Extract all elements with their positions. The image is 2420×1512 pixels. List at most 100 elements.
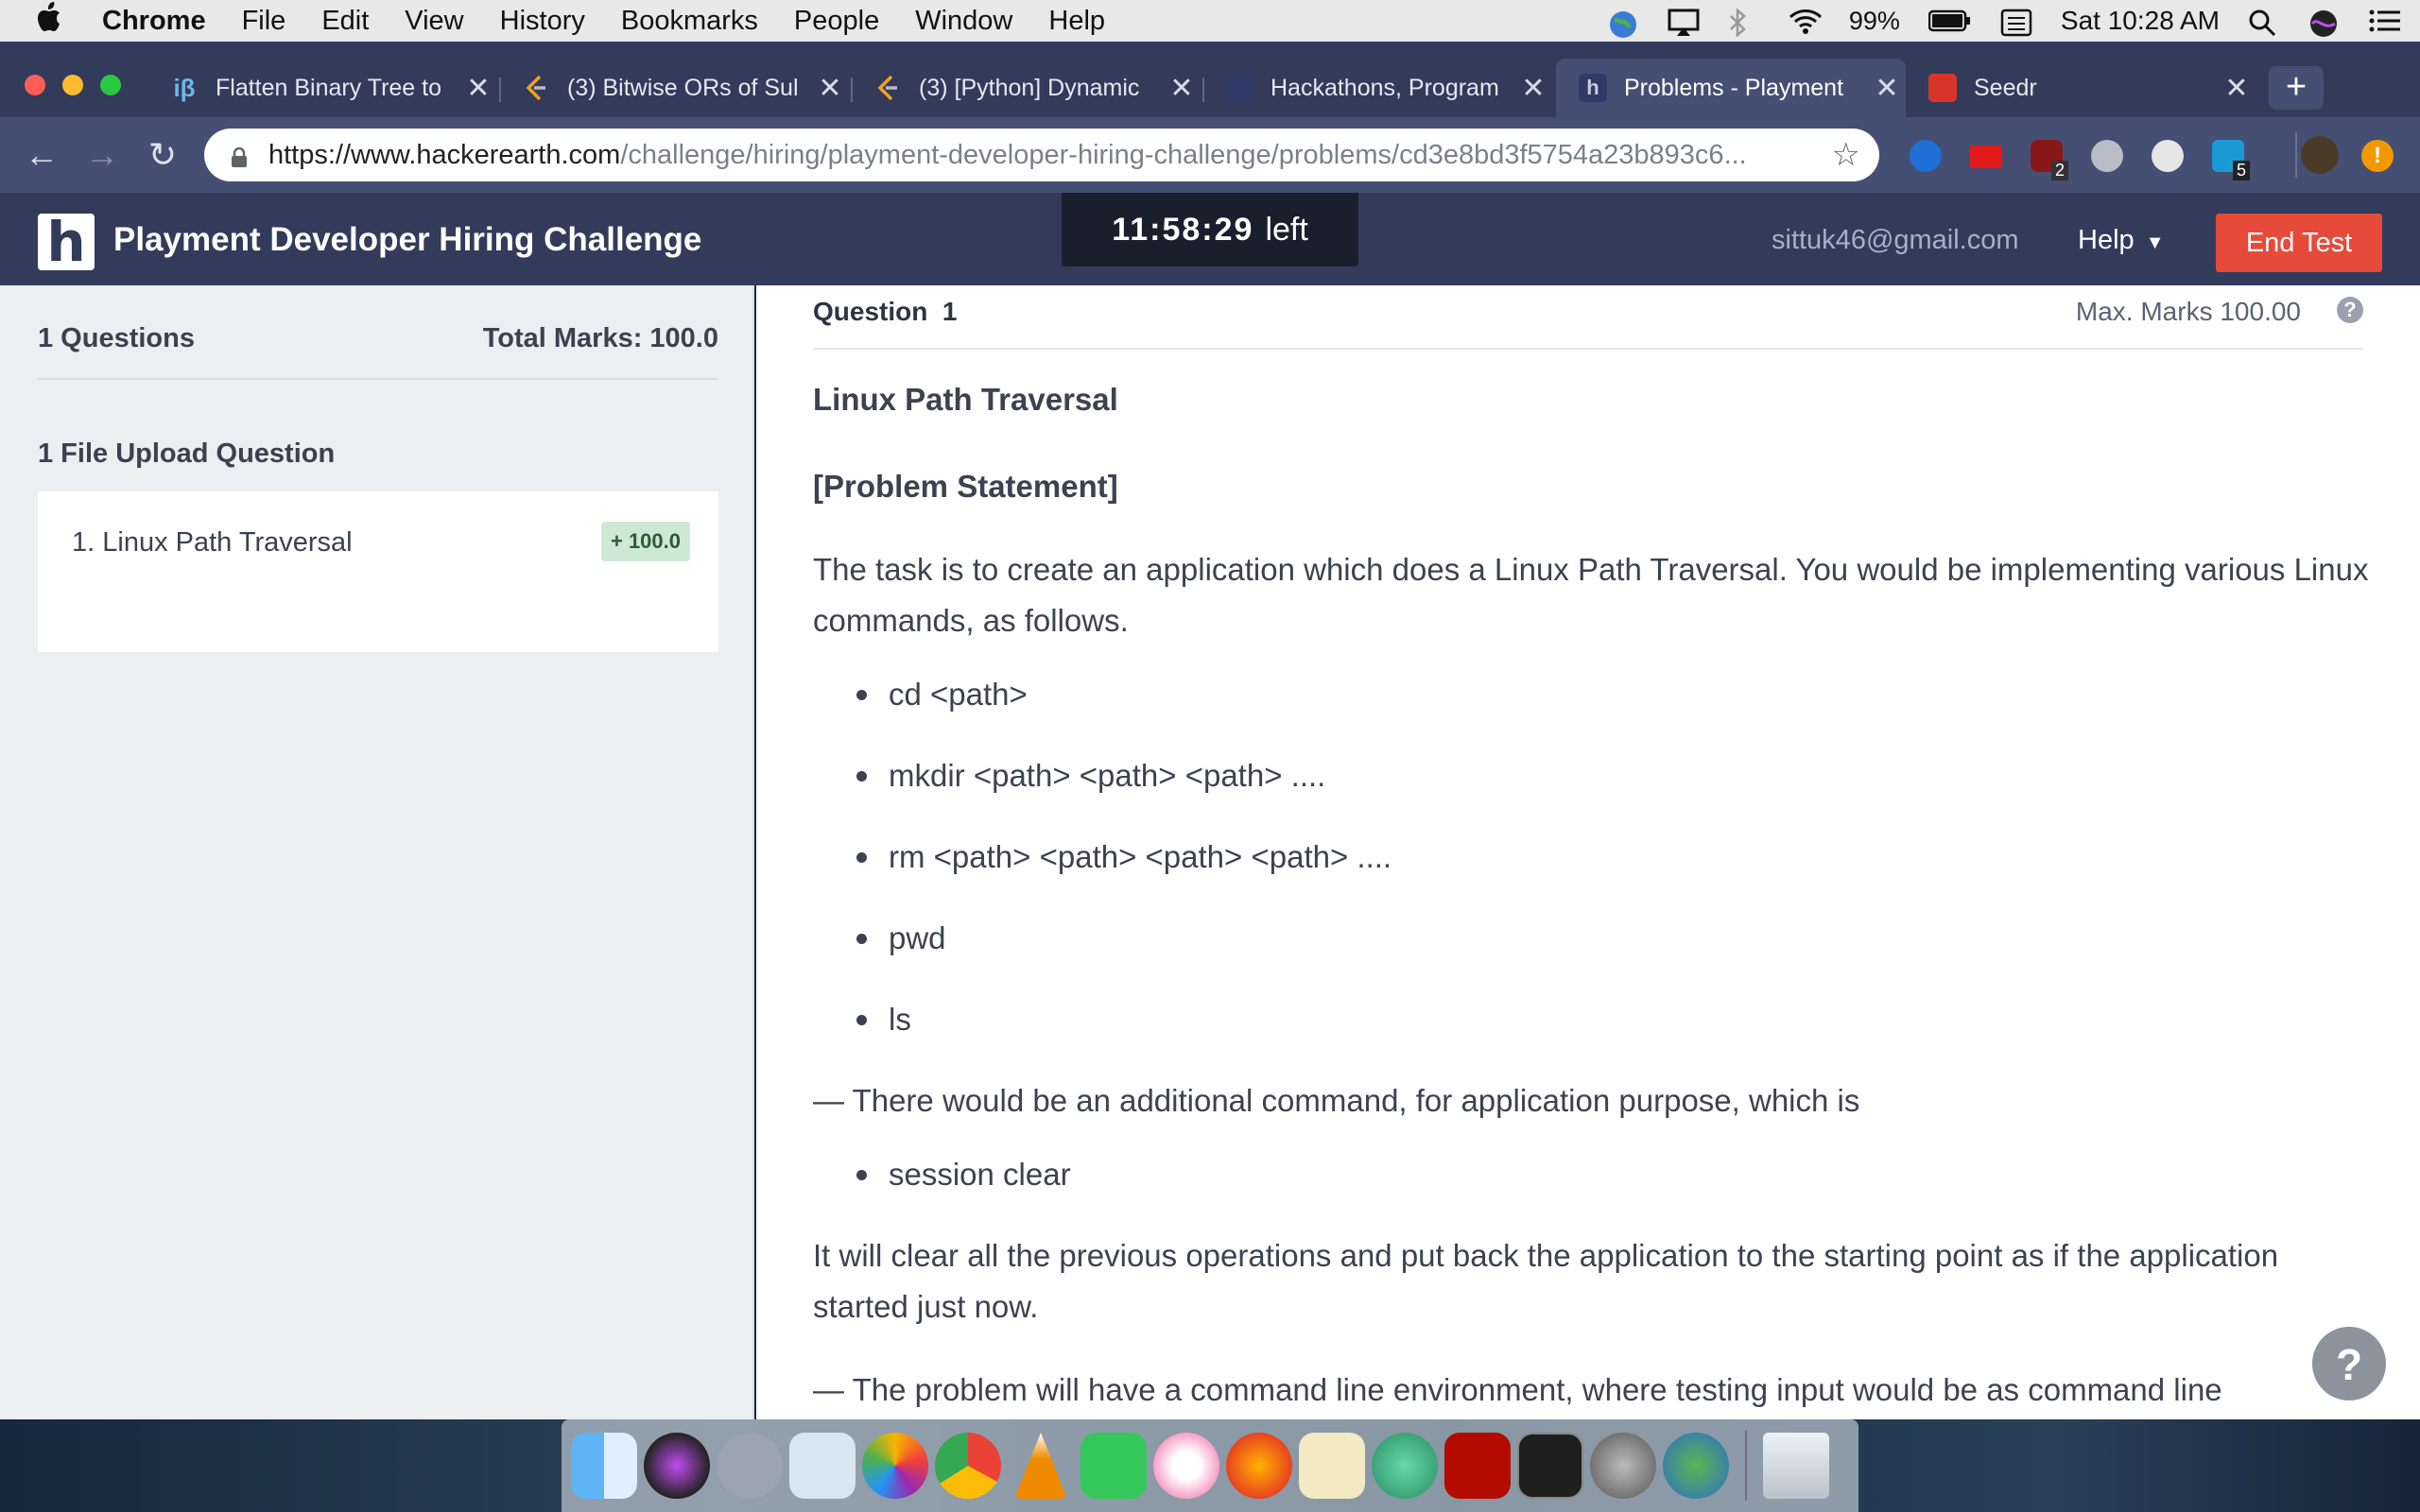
extension-diamond-icon[interactable]: [1910, 140, 1942, 172]
hackerearth-logo[interactable]: h: [38, 214, 95, 270]
tab-python-dynamic[interactable]: (3) [Python] Dynamic ✕: [851, 59, 1201, 117]
new-tab-button[interactable]: +: [2269, 66, 2324, 110]
notification-center-icon[interactable]: [2369, 9, 2401, 33]
close-icon[interactable]: ✕: [459, 72, 497, 105]
timer-value: 11:58:29: [1112, 212, 1254, 248]
tab-title: Seedr: [1974, 74, 2037, 101]
launchpad-icon[interactable]: [717, 1433, 783, 1499]
window-minimize-button[interactable]: [62, 75, 83, 95]
menu-edit[interactable]: Edit: [321, 6, 369, 37]
question-list-label: 1. Linux Path Traversal: [72, 527, 353, 558]
back-button[interactable]: ←: [21, 134, 62, 176]
menu-history[interactable]: History: [500, 6, 585, 37]
question-header: Question 1 Max. Marks 100.00 ?: [813, 285, 2363, 350]
preview-icon[interactable]: [789, 1433, 856, 1499]
url-host: https://www.hackerearth.com: [268, 139, 621, 170]
finder-icon[interactable]: [571, 1433, 637, 1499]
close-icon[interactable]: ✕: [811, 72, 849, 105]
terminal-icon[interactable]: [1517, 1433, 1583, 1499]
atom-icon[interactable]: [1372, 1433, 1438, 1499]
section-heading: 1 File Upload Question: [38, 438, 336, 469]
siri-icon[interactable]: [644, 1433, 710, 1499]
chrome-update-icon[interactable]: !: [2361, 140, 2394, 172]
extension-circle-icon[interactable]: [2152, 140, 2184, 172]
window-close-button[interactable]: [25, 75, 45, 95]
window-zoom-button[interactable]: [100, 75, 121, 95]
wifi-icon[interactable]: [1789, 9, 1822, 34]
photos-icon[interactable]: [862, 1433, 928, 1499]
pages-icon[interactable]: [1299, 1433, 1365, 1499]
trash-icon[interactable]: [1763, 1433, 1829, 1499]
close-icon[interactable]: ✕: [1868, 72, 1906, 105]
user-email: sittuk46@gmail.com: [1772, 225, 2019, 255]
total-marks: Total Marks: 100.0: [482, 323, 718, 353]
caret-down-icon: ▼: [2145, 232, 2165, 253]
tab-hackathons[interactable]: Hackathons, Program ✕: [1202, 59, 1552, 117]
facetime-icon[interactable]: [1080, 1433, 1147, 1499]
menu-bookmarks[interactable]: Bookmarks: [621, 6, 758, 37]
problem-statement-heading: [Problem Statement]: [813, 469, 1118, 504]
question-number: Question 1: [813, 297, 957, 327]
menu-view[interactable]: View: [405, 6, 463, 37]
tab-problems-playment[interactable]: h Problems - Playment ✕: [1556, 59, 1906, 117]
question-list-item[interactable]: 1. Linux Path Traversal + 100.0: [38, 491, 718, 652]
globe-icon[interactable]: [1607, 9, 1639, 38]
tab-seedr[interactable]: Seedr ✕: [1906, 59, 2256, 117]
help-label: Help: [2078, 225, 2135, 255]
menu-window[interactable]: Window: [915, 6, 1012, 37]
question-label: Question: [813, 297, 928, 326]
lock-icon[interactable]: [231, 145, 248, 167]
extension-grey-icon[interactable]: [2091, 140, 2123, 172]
command-list: cd <path> mkdir <path> <path> <path> ...…: [813, 669, 2373, 1045]
battery-icon[interactable]: [1927, 9, 1972, 33]
menu-app-chrome[interactable]: Chrome: [102, 6, 206, 37]
extra-command-list: session clear: [813, 1149, 2373, 1200]
menu-file[interactable]: File: [242, 6, 286, 37]
siri-icon[interactable]: [2308, 9, 2341, 37]
input-source-icon[interactable]: [2000, 9, 2032, 37]
apple-menu-icon[interactable]: [38, 2, 76, 40]
acrobat-icon[interactable]: [1444, 1433, 1511, 1499]
environment-note: — The problem will have a command line e…: [813, 1372, 2222, 1407]
menubar-clock[interactable]: Sat 10:28 AM: [2061, 6, 2220, 36]
chrome-icon[interactable]: [935, 1433, 1001, 1499]
help-dropdown[interactable]: Help ▼: [2078, 225, 2165, 256]
timer-suffix: left: [1265, 212, 1308, 248]
questions-count: 1 Questions: [38, 323, 195, 353]
extension-red-icon[interactable]: [1970, 146, 2002, 168]
download-manager-icon[interactable]: [1663, 1433, 1729, 1499]
address-bar[interactable]: https://www.hackerearth.com/challenge/hi…: [204, 129, 1879, 181]
system-preferences-icon[interactable]: [1590, 1433, 1656, 1499]
tab-flatten-binary-tree[interactable]: iβ Flatten Binary Tree to ✕: [147, 59, 497, 117]
tab-title: (3) Bitwise ORs of Sul: [567, 74, 799, 101]
tab-title: (3) [Python] Dynamic: [919, 74, 1140, 101]
menu-people[interactable]: People: [794, 6, 879, 37]
close-icon[interactable]: ✕: [1163, 72, 1201, 105]
close-icon[interactable]: ✕: [2218, 72, 2256, 105]
question-help-icon[interactable]: ?: [2337, 297, 2363, 323]
macos-dock: [562, 1419, 1858, 1512]
problem-title: Linux Path Traversal: [813, 382, 1118, 417]
site-header: h Playment Developer Hiring Challenge 11…: [0, 193, 2420, 285]
bluetooth-icon[interactable]: [1728, 8, 1760, 38]
additional-command-note: — There would be an additional command, …: [813, 1083, 1860, 1118]
menu-help[interactable]: Help: [1048, 6, 1105, 37]
hackerearth-icon: [1225, 74, 1253, 102]
marks-badge: + 100.0: [600, 522, 690, 561]
end-test-button[interactable]: End Test: [2216, 214, 2382, 272]
reload-button[interactable]: ↻: [142, 134, 183, 176]
bookmark-star-icon[interactable]: ☆: [1832, 136, 1860, 174]
problem-intro: The task is to create an application whi…: [813, 552, 2369, 638]
help-chat-button[interactable]: ?: [2308, 1323, 2390, 1404]
spotlight-search-icon[interactable]: [2248, 9, 2280, 37]
forward-button[interactable]: →: [81, 134, 123, 176]
close-icon[interactable]: ✕: [1514, 72, 1552, 105]
firefox-icon[interactable]: [1226, 1433, 1292, 1499]
list-item: mkdir <path> <path> <path> ....: [813, 750, 2373, 801]
list-item: ls: [813, 994, 2373, 1045]
profile-avatar[interactable]: [2301, 136, 2339, 174]
airplay-icon[interactable]: [1668, 9, 1700, 36]
tab-bitwise-ors[interactable]: (3) Bitwise ORs of Sul ✕: [499, 59, 849, 117]
vlc-icon[interactable]: [1014, 1433, 1067, 1499]
itunes-icon[interactable]: [1153, 1433, 1219, 1499]
